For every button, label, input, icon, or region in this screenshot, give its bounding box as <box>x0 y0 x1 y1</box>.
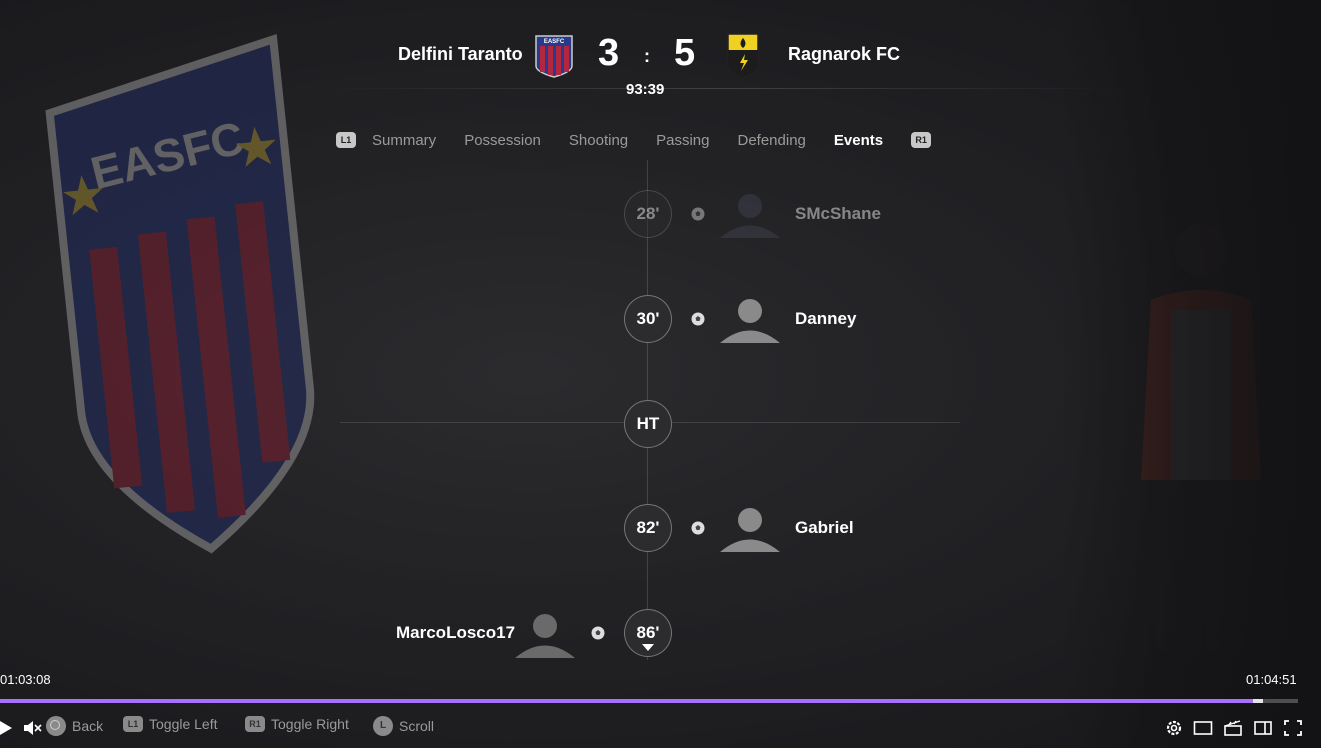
player-avatar <box>720 508 780 552</box>
scroll-control[interactable]: L Scroll <box>373 716 434 736</box>
toggle-right-label: Toggle Right <box>271 716 349 732</box>
video-progress-bar[interactable] <box>0 699 1298 703</box>
toggle-right-control[interactable]: R1 Toggle Right <box>245 716 349 732</box>
l1-button-icon: L1 <box>123 716 143 732</box>
stats-tabs: L1 Summary Possession Shooting Passing D… <box>336 128 932 152</box>
football-icon <box>691 521 705 535</box>
circle-button-icon <box>46 716 66 736</box>
scroll-down-arrow-icon[interactable] <box>642 644 654 652</box>
home-team-badge-icon: EASFC <box>535 35 573 78</box>
left-stick-icon: L <box>373 716 393 736</box>
r1-button-icon: R1 <box>245 716 265 732</box>
fullscreen-icon[interactable] <box>1283 719 1303 737</box>
divider <box>320 88 1120 89</box>
mute-icon[interactable] <box>22 719 42 737</box>
scoreboard: Delfini Taranto EASFC 3 : 5 Ragnarok FC … <box>0 30 1321 100</box>
progress-fill <box>0 699 1263 703</box>
play-icon[interactable] <box>0 719 20 737</box>
event-player-name: Danney <box>795 309 857 328</box>
football-icon <box>691 312 705 326</box>
total-duration: 01:04:51 <box>1246 672 1297 687</box>
miniplayer-icon[interactable] <box>1193 719 1213 737</box>
event-minute: 82' <box>624 504 672 552</box>
tab-events[interactable]: Events <box>834 132 883 149</box>
player-avatar <box>720 194 780 238</box>
clip-icon[interactable] <box>1223 719 1243 737</box>
score-separator: : <box>644 46 650 66</box>
player-avatar <box>720 299 780 343</box>
settings-gear-icon[interactable] <box>1164 719 1184 737</box>
event-player-name: MarcoLosco17 <box>396 623 516 642</box>
away-score: 5 <box>674 32 696 74</box>
tab-summary[interactable]: Summary <box>372 132 436 149</box>
back-label: Back <box>72 718 104 734</box>
player-controls: Back L1 Toggle Left R1 Toggle Right L Sc… <box>0 708 1321 744</box>
event-minute: 28' <box>624 190 672 238</box>
home-team-name: Delfini Taranto <box>398 44 523 64</box>
match-clock: 93:39 <box>626 81 665 98</box>
home-badge-text: EASFC <box>544 39 565 45</box>
away-team-name: Ragnarok FC <box>788 44 901 64</box>
current-time: 01:03:08 <box>0 672 51 687</box>
theatre-mode-icon[interactable] <box>1253 719 1273 737</box>
halftime-marker: HT <box>624 400 672 448</box>
event-player-name: SMcShane <box>795 204 881 223</box>
progress-handle[interactable] <box>1252 699 1263 703</box>
player-avatar <box>515 614 575 658</box>
football-icon <box>691 207 705 221</box>
scroll-label: Scroll <box>399 718 435 734</box>
tab-shooting[interactable]: Shooting <box>569 132 628 149</box>
tab-passing[interactable]: Passing <box>656 132 709 149</box>
back-control[interactable]: Back <box>46 716 103 736</box>
events-timeline[interactable]: 28' SMcShane 30' Danney HT 82' Gabriel M… <box>0 160 1321 670</box>
tab-possession[interactable]: Possession <box>464 132 541 149</box>
r1-button-icon[interactable]: R1 <box>911 132 932 148</box>
away-team-badge-icon <box>727 33 759 78</box>
toggle-left-control[interactable]: L1 Toggle Left <box>123 716 218 732</box>
toggle-left-label: Toggle Left <box>149 716 218 732</box>
event-minute: 30' <box>624 295 672 343</box>
event-player-name: Gabriel <box>795 518 854 537</box>
tab-defending[interactable]: Defending <box>738 132 806 149</box>
home-score: 3 <box>598 32 620 74</box>
football-icon <box>591 626 605 640</box>
l1-button-icon[interactable]: L1 <box>336 132 356 148</box>
